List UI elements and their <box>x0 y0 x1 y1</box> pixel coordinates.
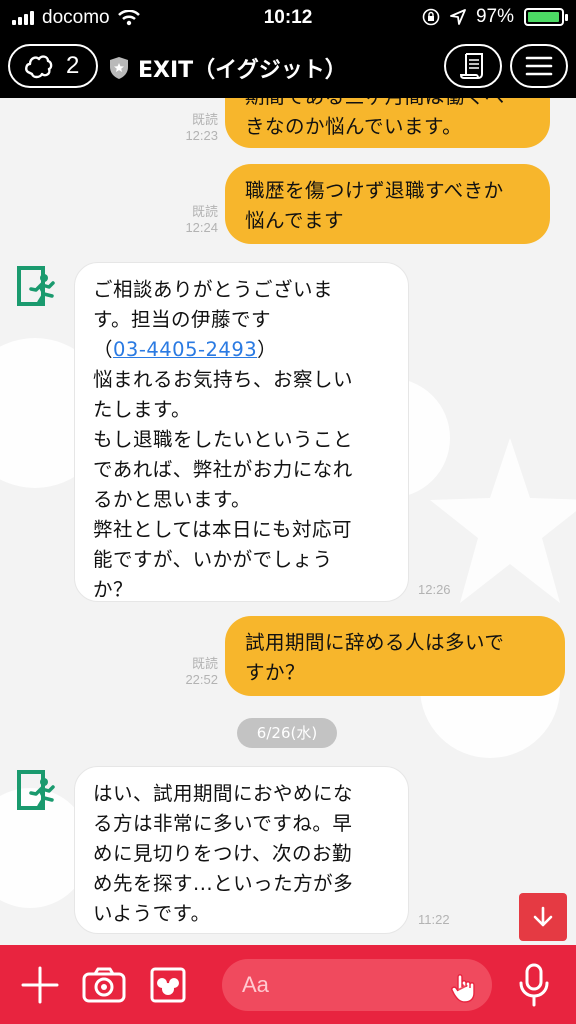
message-bubble-outgoing[interactable]: 試用期間に辞める人は多いで すか？ <box>225 616 565 696</box>
battery-icon <box>524 8 568 26</box>
phone-paren: （ <box>93 338 114 361</box>
phone-link[interactable]: 03-4405-2493 <box>113 338 257 361</box>
note-button[interactable] <box>444 44 502 88</box>
message-line: るかと思います。 <box>93 488 252 511</box>
message-line: め先を探す...といった方が多 <box>93 872 354 895</box>
message-line: 試用期間に辞める人は多いで <box>245 631 505 654</box>
chat-title-text: EXIT（イグジット） <box>138 58 347 83</box>
message-line: ご相談ありがとうございま <box>93 278 334 301</box>
message-line: か？ <box>93 578 134 601</box>
battery-percent: 97% <box>475 6 514 27</box>
hand-button[interactable] <box>446 967 486 1007</box>
status-bar: docomo 10:12 97% <box>0 0 576 36</box>
message-input-placeholder: Aa <box>242 972 269 997</box>
friends-icon <box>25 55 53 79</box>
message-line: 期間である三ヶ月間は働くべ <box>245 98 530 112</box>
message-line: いようです。 <box>93 902 211 925</box>
date-separator: 6/26(水) <box>237 718 337 748</box>
message-time: 22:52 <box>185 672 218 687</box>
message-line: 能ですが、いかがでしょう <box>93 548 333 571</box>
message-bubble-incoming[interactable]: はい、試用期間におやめにな る方は非常に多いですね。早 めに見切りをつけ、次のお… <box>74 766 409 934</box>
message-meta: 既読 12:23 <box>170 112 218 144</box>
composer-bar: Aa <box>0 945 576 1024</box>
message-line: もし退職をしたいということ <box>93 428 354 451</box>
exit-avatar-icon[interactable] <box>14 768 60 814</box>
chat-header: 2 EXIT（イグジット） <box>0 36 576 98</box>
read-receipt: 既読 <box>191 112 218 127</box>
shield-icon <box>110 57 128 79</box>
exit-avatar-icon[interactable] <box>14 264 60 310</box>
read-receipt: 既読 <box>191 656 218 671</box>
message-line: であれば、弊社がお力になれ <box>93 458 353 481</box>
image-icon <box>150 967 186 1003</box>
location-icon <box>450 9 466 25</box>
chat-area[interactable]: 既読 12:23 期間である三ヶ月間は働くべ きなのか悩んでいます。 既読 12… <box>0 98 576 945</box>
message-line: 職歴を傷つけず退職すべきか <box>245 179 504 202</box>
message-time: 12:23 <box>185 128 218 143</box>
message-line: めに見切りをつけ、次のお勤 <box>93 842 353 865</box>
message-time: 12:24 <box>185 220 218 235</box>
plus-icon <box>21 966 59 1004</box>
lock-rotation-icon <box>422 8 440 26</box>
phone-paren: ） <box>257 338 278 361</box>
note-icon <box>460 53 483 79</box>
message-bubble-incoming[interactable]: ご相談ありがとうございま す。担当の伊藤です （03-4405-2493） 悩ま… <box>74 262 409 602</box>
message-line: 弊社としては本日にも対応可 <box>93 518 353 541</box>
message-line: たします。 <box>93 398 192 421</box>
camera-icon <box>82 967 126 1003</box>
message-line: す。担当の伊藤です <box>93 308 272 331</box>
message-bubble-outgoing[interactable]: 期間である三ヶ月間は働くべ きなのか悩んでいます。 <box>225 98 550 148</box>
message-line: はい、試用期間におやめにな <box>93 782 354 805</box>
menu-icon <box>525 56 553 76</box>
image-button[interactable] <box>146 963 190 1007</box>
arrow-down-icon <box>533 906 553 927</box>
friends-button[interactable]: 2 <box>8 44 98 88</box>
menu-button[interactable] <box>510 44 568 88</box>
message-line: すか？ <box>245 661 306 684</box>
mic-icon <box>519 963 549 1007</box>
message-bubble-outgoing[interactable]: 職歴を傷つけず退職すべきか 悩んでます <box>225 164 550 244</box>
message-meta: 既読 22:52 <box>170 656 218 688</box>
message-time: 12:26 <box>418 582 451 597</box>
hand-icon <box>451 974 475 1003</box>
chat-title[interactable]: EXIT（イグジット） <box>108 52 347 84</box>
message-meta: 既読 12:24 <box>170 204 218 236</box>
voice-button[interactable] <box>512 961 556 1009</box>
message-line: る方は非常に多いですね。早 <box>93 812 353 835</box>
message-line: 悩んでます <box>245 209 345 232</box>
background-pattern <box>430 438 576 603</box>
message-line: きなのか悩んでいます。 <box>245 115 463 138</box>
friend-count: 2 <box>66 52 80 79</box>
message-line: （03-4405-2493） <box>93 335 390 365</box>
read-receipt: 既読 <box>191 204 218 219</box>
scroll-to-bottom-button[interactable] <box>519 893 567 941</box>
camera-button[interactable] <box>80 963 128 1007</box>
add-button[interactable] <box>18 963 62 1007</box>
message-time: 11:22 <box>418 912 450 927</box>
message-line: 悩まれるお気持ち、お察しい <box>93 368 354 391</box>
